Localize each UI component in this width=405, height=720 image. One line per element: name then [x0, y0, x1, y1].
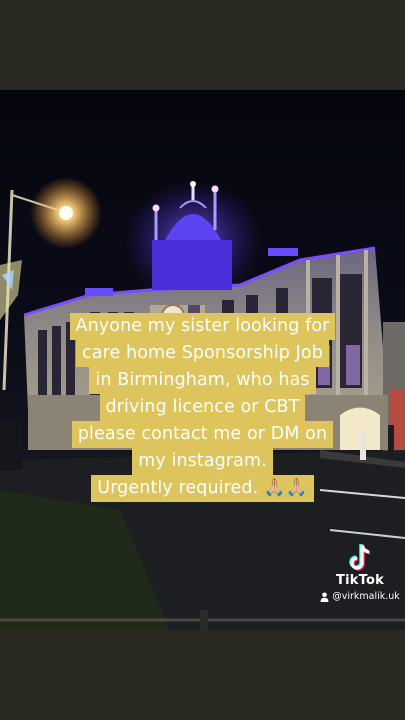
caption-line: care home Sponsorship Job: [76, 340, 329, 367]
top-letterbox: [0, 0, 405, 90]
creator-username: @virkmalik.uk: [332, 591, 400, 602]
caption-line: please contact me or DM on: [71, 421, 334, 448]
caption-line: in Birmingham, who has: [89, 367, 316, 394]
caption-overlay: Anyone my sister looking for care home S…: [0, 313, 405, 502]
creator-handle[interactable]: @virkmalik.uk: [320, 591, 400, 602]
tiktok-brand-label: TikTok: [336, 573, 384, 588]
tiktok-watermark: TikTok @virkmalik.uk: [318, 543, 402, 602]
tiktok-logo-icon: [349, 543, 371, 571]
bottom-letterbox: [0, 630, 405, 720]
caption-line: my instagram.: [132, 448, 273, 475]
person-icon: [320, 592, 329, 602]
caption-line: Urgently required. 🙏🏼🙏🏼: [91, 475, 314, 502]
caption-line: Anyone my sister looking for: [69, 313, 336, 340]
caption-line: driving licence or CBT: [99, 394, 306, 421]
